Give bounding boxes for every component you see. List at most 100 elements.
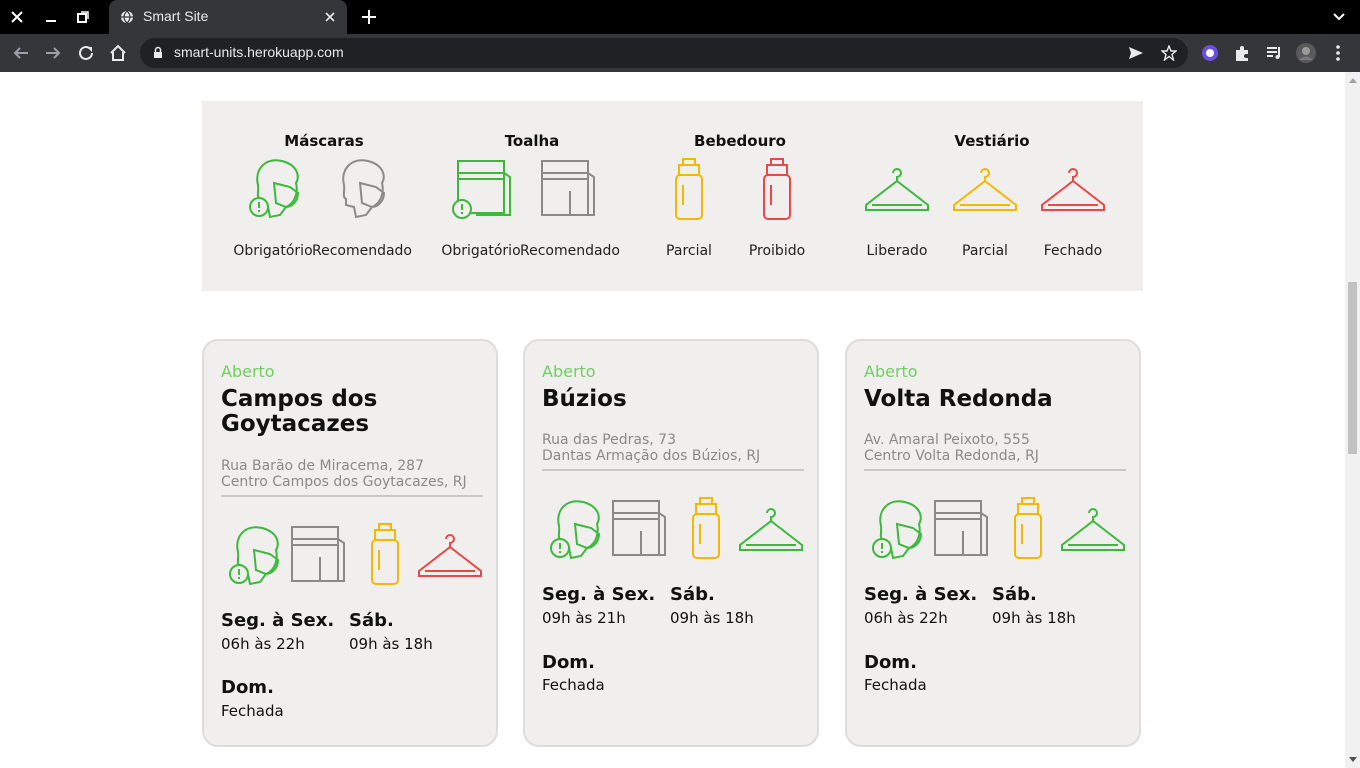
reload-icon[interactable]	[77, 44, 95, 62]
page-scrollbar[interactable]	[1345, 72, 1360, 768]
legend-label-towel-recommended: Recomendado	[519, 243, 621, 259]
mask-recommended-icon	[342, 159, 386, 219]
saturday-label: Sáb.	[670, 584, 715, 605]
browser-toolbar: smart-units.herokuapp.com	[0, 34, 1360, 72]
browser-tab[interactable]: Smart Site	[109, 0, 347, 34]
towel-required-icon	[452, 160, 511, 219]
scrollbar-thumb[interactable]	[1348, 282, 1357, 454]
weekdays-hours: 06h às 22h	[864, 609, 948, 627]
unit-card-buzios[interactable]: Aberto Búzios Rua das Pedras, 73 Dantas …	[523, 339, 819, 747]
towel-recommended-icon	[612, 500, 666, 556]
saturday-label: Sáb.	[349, 610, 394, 631]
legend-title-mascaras: Máscaras	[284, 132, 364, 150]
mask-required-icon	[872, 500, 923, 560]
saturday-hours: 09h às 18h	[670, 609, 754, 627]
legend-label-locker-closed: Fechado	[1043, 243, 1103, 259]
unit-city: Volta Redonda	[864, 386, 1053, 412]
legend-label-bottle-partial: Parcial	[666, 243, 712, 259]
unit-address-line1: Rua das Pedras, 73	[542, 432, 676, 448]
hanger-open-icon	[1061, 508, 1125, 551]
back-icon[interactable]	[12, 44, 30, 62]
restore-window-icon[interactable]	[66, 0, 99, 34]
legend-label-locker-open: Liberado	[866, 243, 928, 259]
more-menu-icon[interactable]	[1331, 44, 1345, 62]
legend-label-bottle-prohibited: Proibido	[748, 243, 806, 259]
bottle-partial-icon	[675, 158, 703, 220]
unit-card-campos[interactable]: Aberto Campos dos Goytacazes Rua Barão d…	[202, 339, 498, 747]
tab-title: Smart Site	[143, 8, 209, 24]
media-queue-icon[interactable]	[1265, 44, 1283, 62]
mask-required-icon	[550, 500, 601, 560]
unit-address-line1: Av. Amaral Peixoto, 555	[864, 432, 1030, 448]
towel-recommended-icon	[541, 160, 595, 216]
close-window-icon[interactable]	[0, 0, 33, 34]
unit-address-line2: Dantas Armação dos Búzios, RJ	[542, 448, 761, 464]
legend-title-vestiario: Vestiário	[954, 132, 1030, 150]
minimize-window-icon[interactable]	[34, 0, 67, 34]
hanger-open-icon	[865, 168, 929, 211]
scroll-down-arrow-icon[interactable]	[1349, 757, 1357, 762]
weekdays-label: Seg. à Sex.	[864, 584, 978, 605]
unit-city: Campos dos Goytacazes	[221, 386, 378, 437]
divider	[221, 495, 483, 497]
bottle-partial-icon	[1014, 497, 1042, 559]
weekdays-label: Seg. à Sex.	[542, 584, 656, 605]
saturday-hours: 09h às 18h	[992, 609, 1076, 627]
legend-label-locker-partial: Parcial	[962, 243, 1008, 259]
sunday-hours: Fechada	[864, 676, 927, 694]
bottle-partial-icon	[371, 523, 399, 585]
sunday-label: Dom.	[864, 652, 917, 673]
sunday-label: Dom.	[221, 677, 274, 698]
saturday-hours: 09h às 18h	[349, 635, 433, 653]
towel-recommended-icon	[934, 500, 988, 556]
status-badge: Aberto	[864, 362, 918, 381]
legend-label-mask-recommended: Recomendado	[311, 243, 413, 259]
extensions-puzzle-icon[interactable]	[1233, 44, 1251, 62]
hanger-open-icon	[739, 508, 803, 551]
sunday-hours: Fechada	[221, 702, 284, 720]
forward-icon[interactable]	[44, 44, 62, 62]
close-tab-icon[interactable]	[322, 9, 338, 25]
hanger-closed-icon	[1041, 168, 1105, 211]
globe-icon	[121, 10, 133, 24]
status-badge: Aberto	[542, 362, 596, 381]
unit-city: Búzios	[542, 386, 627, 412]
unit-address-line2: Centro Campos dos Goytacazes, RJ	[221, 474, 467, 490]
bookmark-star-icon[interactable]	[1161, 45, 1177, 61]
new-tab-icon[interactable]	[359, 7, 379, 27]
url-text: smart-units.herokuapp.com	[174, 44, 344, 60]
legend-label-towel-required: Obrigatório	[441, 243, 521, 259]
scroll-up-arrow-icon[interactable]	[1349, 78, 1357, 83]
lock-icon	[154, 46, 162, 58]
chevron-down-icon[interactable]	[1332, 10, 1346, 24]
tab-strip: Smart Site	[0, 0, 1360, 34]
unit-address-line2: Centro Volta Redonda, RJ	[864, 448, 1039, 464]
unit-card-volta-redonda[interactable]: Aberto Volta Redonda Av. Amaral Peixoto,…	[845, 339, 1141, 747]
mask-required-icon	[229, 526, 280, 586]
legend-panel: Máscaras Toalha Bebedouro Vestiário Obri…	[202, 101, 1143, 291]
divider	[864, 469, 1126, 471]
weekdays-hours: 06h às 22h	[221, 635, 305, 653]
legend-title-bebedouro: Bebedouro	[694, 132, 786, 150]
profile-avatar[interactable]	[1295, 42, 1317, 64]
divider	[542, 469, 804, 471]
page-viewport: Máscaras Toalha Bebedouro Vestiário Obri…	[0, 72, 1345, 768]
weekdays-label: Seg. à Sex.	[221, 610, 335, 631]
extension-avatar-icon[interactable]	[1201, 44, 1219, 62]
bottle-partial-icon	[692, 497, 720, 559]
mask-required-icon	[249, 159, 300, 219]
weekdays-hours: 09h às 21h	[542, 609, 626, 627]
send-icon[interactable]	[1128, 45, 1144, 61]
sunday-hours: Fechada	[542, 676, 605, 694]
hanger-partial-icon	[953, 168, 1017, 211]
home-icon[interactable]	[109, 44, 127, 62]
unit-address-line1: Rua Barão de Miracema, 287	[221, 458, 424, 474]
status-badge: Aberto	[221, 362, 275, 381]
hanger-closed-icon	[418, 534, 482, 577]
sunday-label: Dom.	[542, 652, 595, 673]
address-bar[interactable]: smart-units.herokuapp.com	[140, 38, 1188, 68]
bottle-prohibited-icon	[763, 158, 791, 220]
legend-label-mask-required: Obrigatório	[233, 243, 313, 259]
legend-title-toalha: Toalha	[504, 132, 560, 150]
saturday-label: Sáb.	[992, 584, 1037, 605]
